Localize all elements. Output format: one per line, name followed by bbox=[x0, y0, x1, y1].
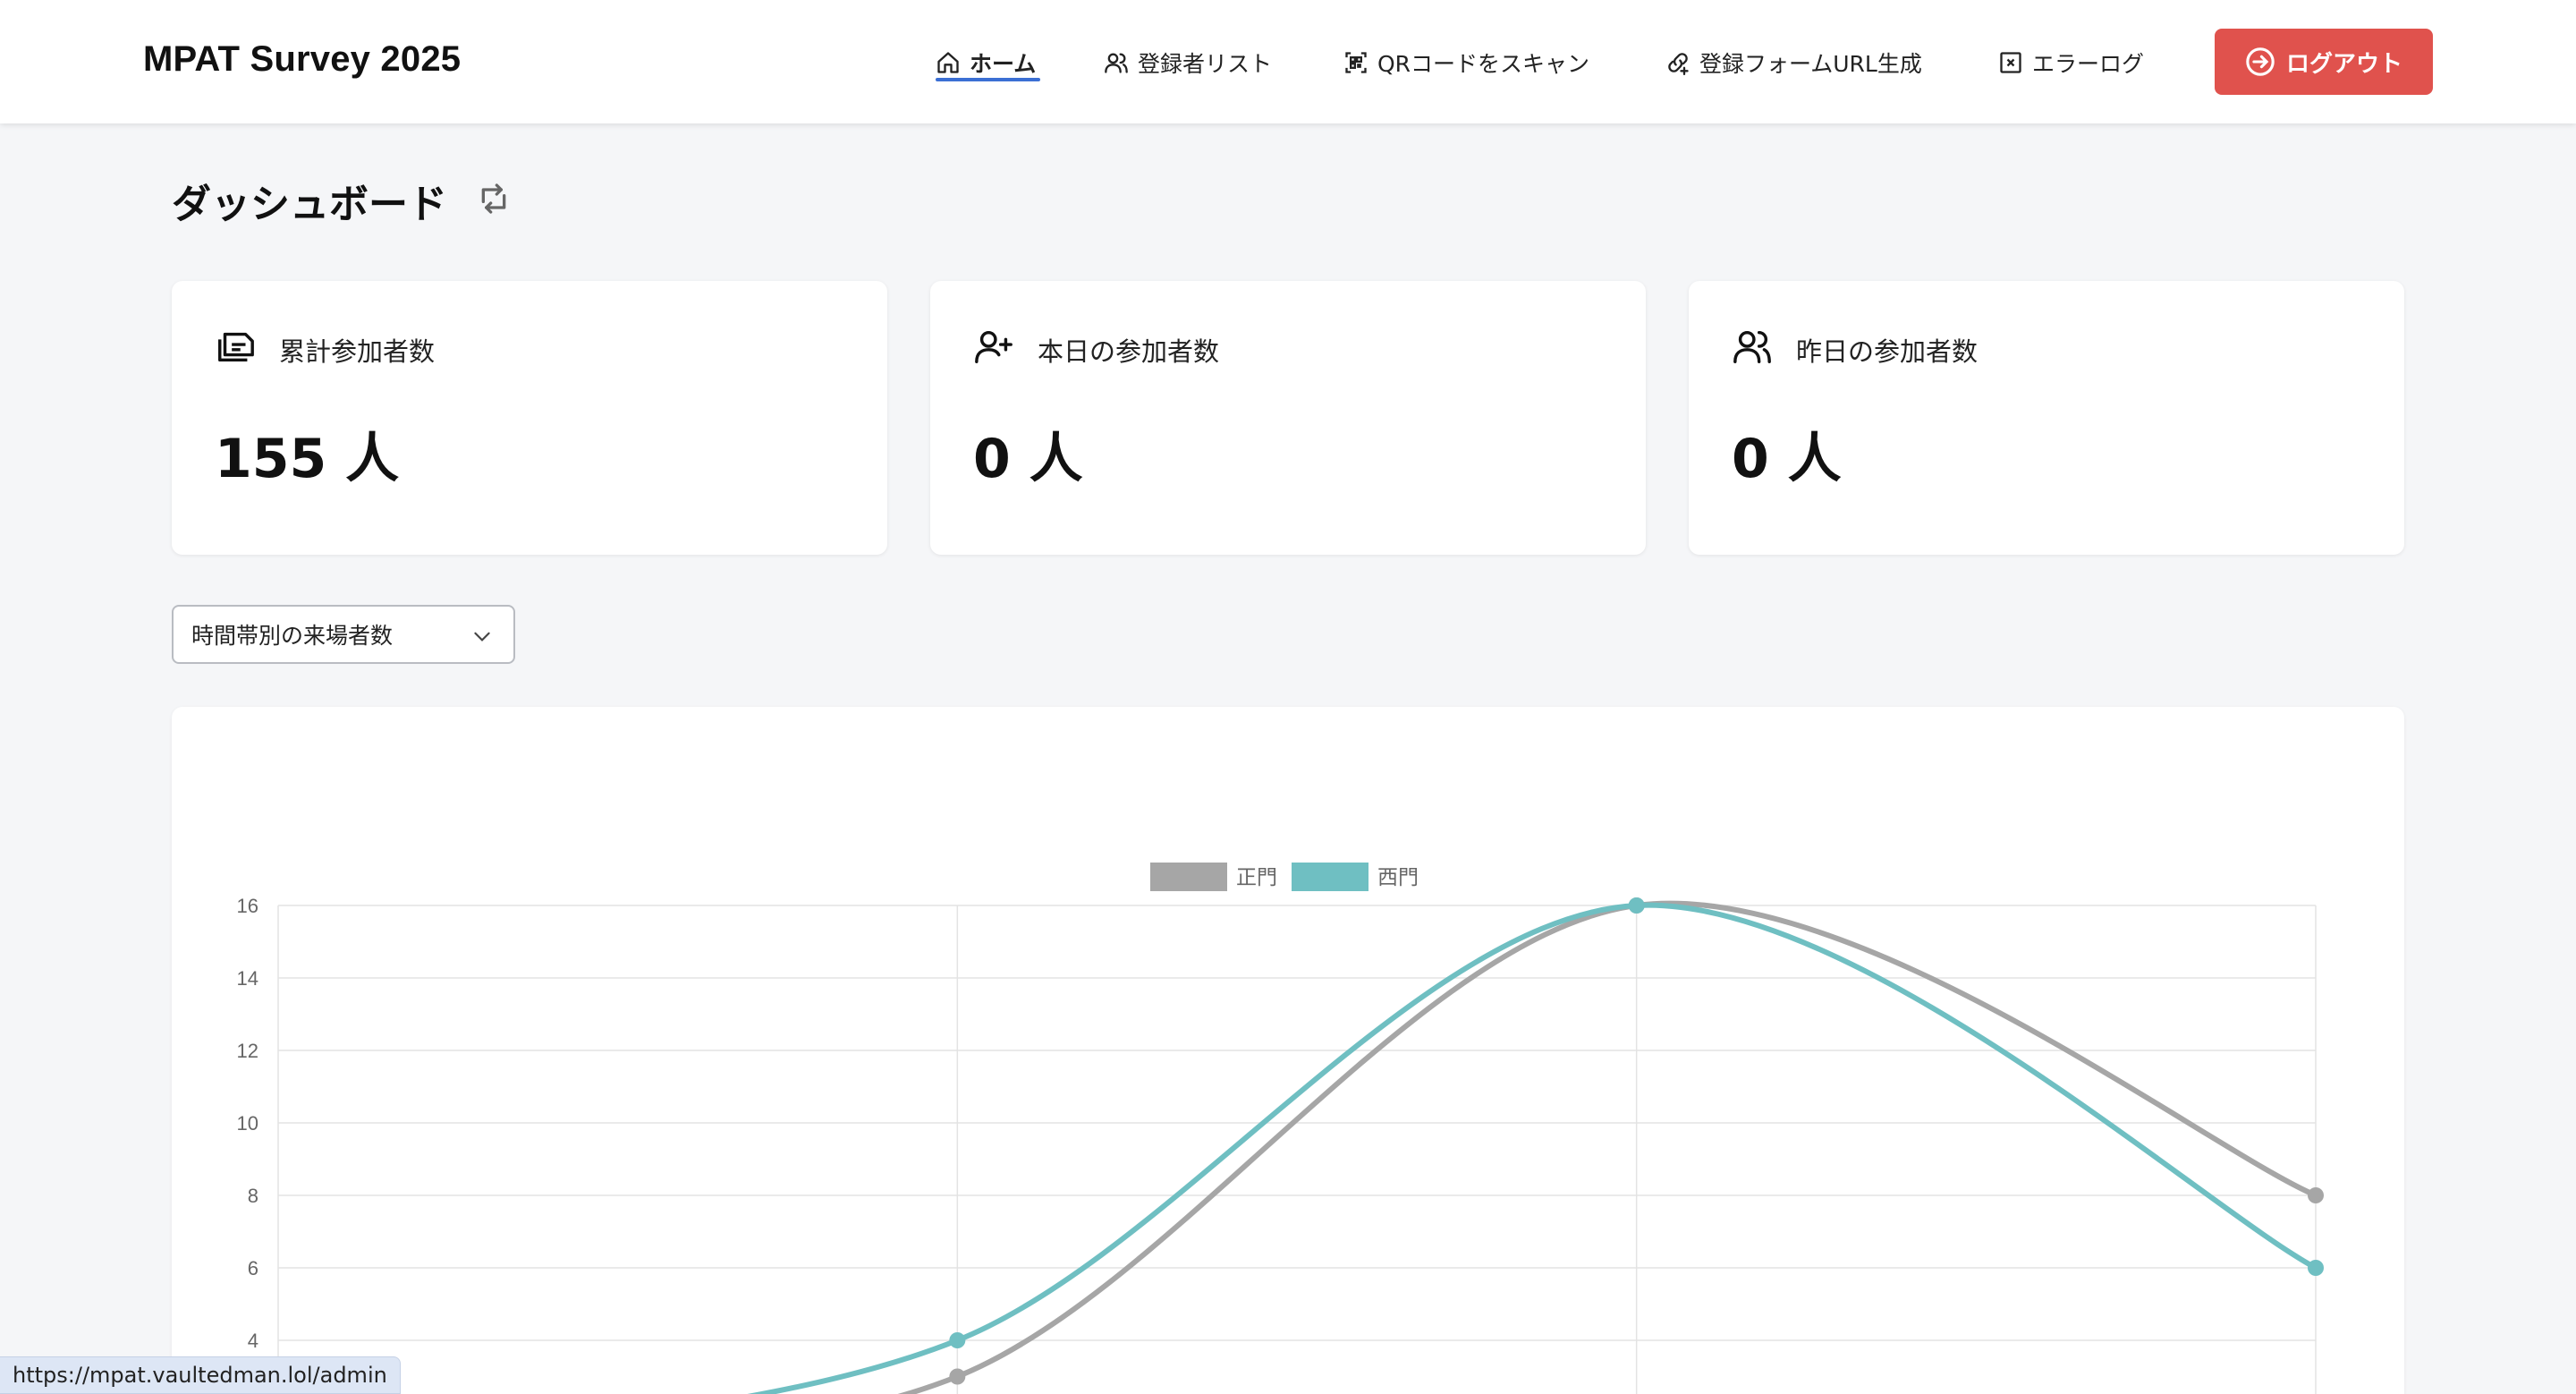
chevron-down-icon bbox=[474, 632, 490, 642]
stat-value: 155 人 bbox=[215, 428, 400, 490]
legend-item[interactable]: 正門 bbox=[1150, 863, 1277, 891]
status-bar-url: https://mpat.vaultedman.lol/admin bbox=[0, 1356, 401, 1394]
link-icon bbox=[1668, 53, 1689, 75]
nav-qr-scan-label: QRコードをスキャン bbox=[1377, 51, 1590, 77]
app-title[interactable]: MPAT Survey 2025 bbox=[143, 39, 461, 80]
stat-label: 累計参加者数 bbox=[279, 336, 436, 367]
legend-item[interactable]: 西門 bbox=[1292, 863, 1419, 891]
home-icon bbox=[937, 52, 959, 73]
chart-card bbox=[172, 707, 2404, 1394]
users-icon bbox=[1105, 53, 1128, 73]
nav-form-url[interactable]: 登録フォームURL生成 bbox=[1665, 43, 1922, 82]
stat-card-yesterday: 昨日の参加者数 0 人 bbox=[1689, 281, 2404, 555]
nav-active-indicator bbox=[936, 78, 1040, 81]
stat-label: 昨日の参加者数 bbox=[1796, 336, 1979, 367]
users-icon bbox=[1733, 330, 1771, 363]
chart-type-select-value: 時間帯別の来場者数 bbox=[191, 623, 394, 649]
error-log-icon bbox=[2000, 52, 2021, 73]
legend-label: 西門 bbox=[1377, 866, 1419, 889]
nav-home[interactable]: ホーム bbox=[936, 43, 1036, 82]
stat-value: 0 人 bbox=[1732, 428, 1842, 490]
legend-swatch bbox=[1150, 863, 1227, 891]
logout-label: ログアウト bbox=[2285, 50, 2402, 78]
top-navbar: MPAT Survey 2025 ホーム 登録者リスト QRコードをスキャン 登… bbox=[0, 0, 2576, 123]
stat-card-today: 本日の参加者数 0 人 bbox=[930, 281, 1646, 555]
qr-scan-icon bbox=[1345, 52, 1367, 73]
legend-swatch bbox=[1292, 863, 1368, 891]
legend-label: 正門 bbox=[1236, 866, 1277, 889]
nav-home-label: ホーム bbox=[970, 51, 1037, 77]
nav-registrant-list[interactable]: 登録者リスト bbox=[1104, 43, 1272, 82]
chart-type-select[interactable]: 時間帯別の来場者数 bbox=[172, 605, 515, 664]
nav-qr-scan[interactable]: QRコードをスキャン bbox=[1343, 43, 1589, 82]
logout-icon bbox=[2246, 47, 2275, 76]
nav-error-log[interactable]: エラーログ bbox=[1998, 43, 2144, 82]
page-title: ダッシュボード bbox=[172, 182, 447, 227]
nav-registrant-list-label: 登録者リスト bbox=[1138, 51, 1273, 77]
refresh-icon[interactable] bbox=[476, 181, 512, 217]
nav-form-url-label: 登録フォームURL生成 bbox=[1699, 51, 1922, 77]
stack-icon bbox=[218, 332, 254, 362]
nav-error-log-label: エラーログ bbox=[2032, 51, 2145, 77]
logout-button[interactable]: ログアウト bbox=[2215, 29, 2433, 95]
stat-label: 本日の参加者数 bbox=[1038, 336, 1220, 367]
stat-card-total: 累計参加者数 155 人 bbox=[172, 281, 887, 555]
user-plus-icon bbox=[975, 330, 1013, 363]
stat-value: 0 人 bbox=[973, 428, 1083, 490]
